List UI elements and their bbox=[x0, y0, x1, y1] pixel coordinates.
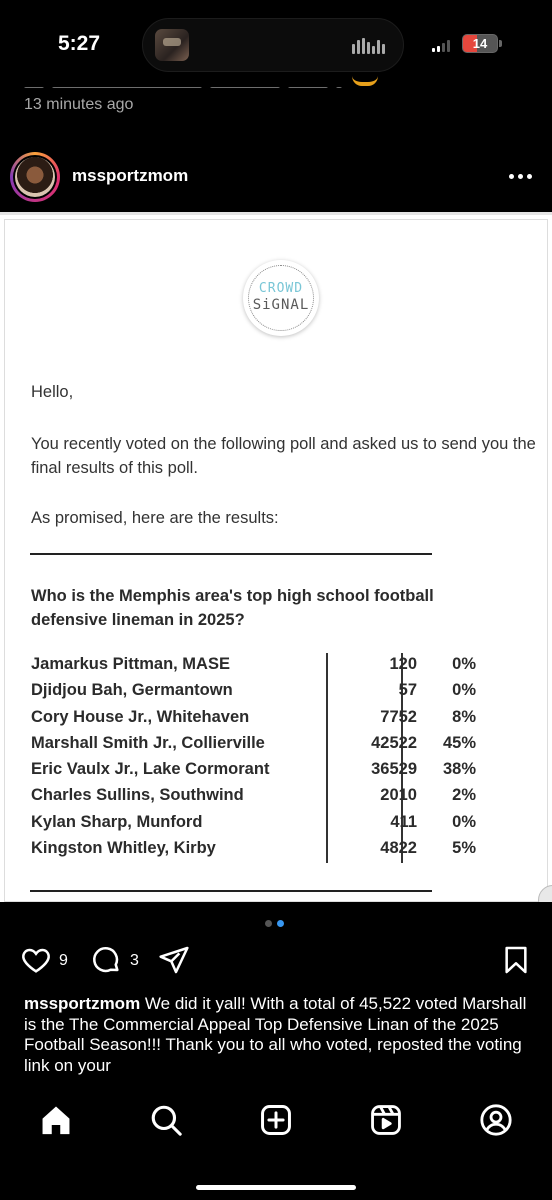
now-playing-thumbnail bbox=[155, 29, 189, 61]
comment-count[interactable]: 3 bbox=[130, 952, 139, 970]
battery-level: 14 bbox=[472, 36, 488, 51]
like-button[interactable] bbox=[20, 944, 52, 981]
divider bbox=[30, 553, 432, 555]
vote-count: 36529 bbox=[371, 760, 417, 779]
avatar[interactable] bbox=[10, 152, 60, 202]
nav-home[interactable] bbox=[36, 1100, 76, 1140]
email-promise: As promised, here are the results: bbox=[31, 509, 279, 527]
cellular-signal-icon bbox=[432, 40, 450, 52]
carousel-dot-active bbox=[277, 920, 284, 927]
table-row: Kingston Whitley, Kirby 4822 5% bbox=[31, 836, 491, 862]
nav-search[interactable] bbox=[146, 1100, 186, 1140]
dynamic-island[interactable] bbox=[142, 18, 404, 72]
candidate-name: Jamarkus Pittman, MASE bbox=[31, 655, 230, 673]
previous-caption-line bbox=[24, 78, 384, 88]
vote-count: 57 bbox=[398, 681, 417, 700]
bottom-navigation bbox=[0, 1084, 552, 1200]
vote-percent: 45% bbox=[442, 733, 476, 752]
vote-count: 7752 bbox=[380, 707, 417, 726]
vote-percent: 2% bbox=[452, 786, 476, 805]
poll-question: Who is the Memphis area's top high schoo… bbox=[31, 587, 434, 629]
comment-button[interactable] bbox=[90, 944, 122, 981]
candidate-name: Eric Vaulx Jr., Lake Cormorant bbox=[31, 760, 270, 779]
previous-post-time: 13 minutes ago bbox=[24, 96, 134, 113]
email-body: CROWD SiGNAL Hello, You recently voted o… bbox=[4, 219, 548, 902]
carousel-indicator bbox=[265, 920, 284, 927]
post-image[interactable]: CROWD SiGNAL Hello, You recently voted o… bbox=[0, 212, 552, 902]
post-caption[interactable]: mssportzmom We did it yall! With a total… bbox=[24, 994, 534, 1076]
more-options-icon[interactable] bbox=[509, 174, 532, 179]
send-icon bbox=[159, 946, 189, 974]
search-icon bbox=[151, 1105, 182, 1136]
poll-results-table: Jamarkus Pittman, MASE 120 0% Djidjou Ba… bbox=[31, 652, 491, 862]
table-row: Marshall Smith Jr., Collierville 42522 4… bbox=[31, 731, 491, 757]
email-greeting: Hello, bbox=[31, 383, 74, 401]
avatar-photo bbox=[15, 157, 55, 197]
home-indicator[interactable] bbox=[196, 1185, 356, 1190]
vote-percent: 5% bbox=[452, 839, 476, 858]
vote-count: 2010 bbox=[380, 786, 417, 805]
email-intro: You recently voted on the following poll… bbox=[31, 435, 536, 477]
audio-waveform-icon bbox=[352, 38, 385, 54]
table-row: Jamarkus Pittman, MASE 120 0% bbox=[31, 652, 491, 678]
candidate-name: Kylan Sharp, Munford bbox=[31, 812, 203, 831]
status-time: 5:27 bbox=[58, 32, 101, 55]
nav-reels[interactable] bbox=[366, 1100, 406, 1140]
home-icon bbox=[42, 1106, 70, 1135]
nav-create[interactable] bbox=[256, 1100, 296, 1140]
share-button[interactable] bbox=[158, 944, 190, 981]
bookmark-icon bbox=[505, 946, 527, 974]
vote-count: 411 bbox=[390, 812, 417, 831]
post-header: mssportzmom bbox=[0, 148, 552, 208]
nav-profile[interactable] bbox=[476, 1100, 516, 1140]
vote-percent: 0% bbox=[452, 812, 476, 831]
vote-count: 120 bbox=[389, 655, 417, 673]
table-row: Charles Sullins, Southwind 2010 2% bbox=[31, 783, 491, 809]
candidate-name: Cory House Jr., Whitehaven bbox=[31, 707, 250, 726]
heart-icon bbox=[22, 948, 50, 973]
vote-count: 42522 bbox=[371, 733, 417, 752]
table-row: Kylan Sharp, Munford 411 0% bbox=[31, 810, 491, 836]
vote-percent: 0% bbox=[452, 681, 476, 700]
candidate-name: Marshall Smith Jr., Collierville bbox=[31, 733, 265, 752]
vote-count: 4822 bbox=[380, 839, 417, 858]
table-row: Cory House Jr., Whitehaven 7752 8% bbox=[31, 705, 491, 731]
post-actions: 9 3 bbox=[0, 944, 552, 980]
caption-username[interactable]: mssportzmom bbox=[24, 994, 140, 1013]
profile-icon bbox=[480, 1104, 512, 1136]
post-username[interactable]: mssportzmom bbox=[72, 166, 188, 186]
vote-percent: 38% bbox=[442, 760, 476, 779]
table-row: Djidjou Bah, Germantown 57 0% bbox=[31, 678, 491, 704]
divider bbox=[30, 890, 432, 892]
comment-icon bbox=[93, 947, 119, 973]
table-row: Eric Vaulx Jr., Lake Cormorant 36529 38% bbox=[31, 757, 491, 783]
battery-tip bbox=[499, 40, 502, 47]
candidate-name: Charles Sullins, Southwind bbox=[31, 786, 244, 805]
crowdsignal-logo: CROWD SiGNAL bbox=[243, 260, 319, 336]
vote-percent: 8% bbox=[452, 707, 476, 726]
create-icon bbox=[261, 1105, 291, 1135]
vote-percent: 0% bbox=[452, 655, 476, 673]
candidate-name: Djidjou Bah, Germantown bbox=[31, 681, 233, 700]
save-button[interactable] bbox=[500, 944, 532, 981]
candidate-name: Kingston Whitley, Kirby bbox=[31, 839, 216, 858]
battery-icon: 14 bbox=[462, 34, 498, 53]
reels-icon bbox=[371, 1105, 401, 1135]
status-bar: 5:27 14 bbox=[0, 0, 552, 90]
carousel-dot bbox=[265, 920, 272, 927]
like-count[interactable]: 9 bbox=[59, 952, 68, 970]
